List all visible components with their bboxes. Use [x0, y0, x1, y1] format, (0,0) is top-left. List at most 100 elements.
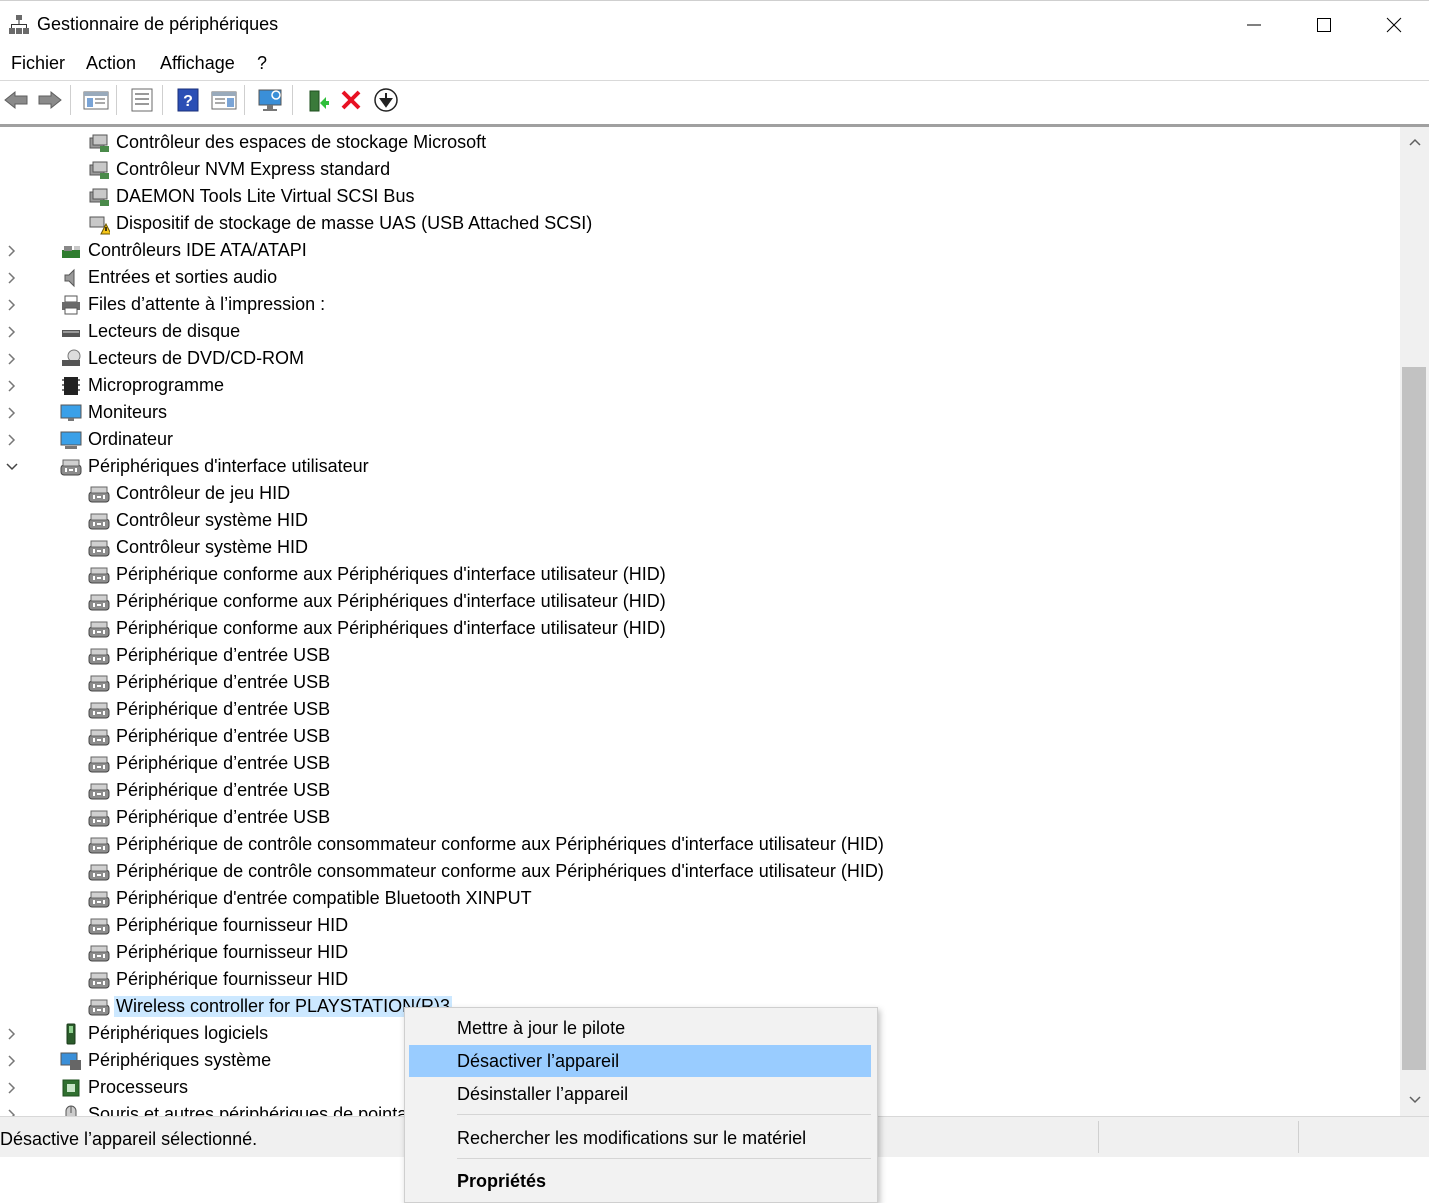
menu-properties[interactable]: Propriétés: [409, 1165, 871, 1197]
expand-chevron-icon[interactable]: [4, 1074, 20, 1101]
show-hide-console-tree-button[interactable]: [82, 86, 110, 114]
forward-button[interactable]: [36, 86, 64, 114]
tree-device-item[interactable]: Périphérique d'entrée compatible Bluetoo…: [88, 885, 532, 912]
back-button[interactable]: [2, 86, 30, 114]
tree-device-item[interactable]: Wireless controller for PLAYSTATION(R)3: [88, 993, 453, 1020]
tree-category-hid[interactable]: Périphériques d'interface utilisateur: [6, 453, 369, 480]
tree-item-label: Contrôleurs IDE ATA/ATAPI: [88, 240, 307, 260]
tree-device-item[interactable]: Contrôleur système HID: [88, 507, 308, 534]
tree-item-label: Périphérique d’entrée USB: [116, 672, 331, 692]
tree-category-item[interactable]: Processeurs: [8, 1074, 188, 1101]
tree-device-item[interactable]: Contrôleur des espaces de stockage Micro…: [88, 129, 486, 156]
tree-category-item[interactable]: Périphériques logiciels: [8, 1020, 268, 1047]
tree-item-label: Entrées et sorties audio: [88, 267, 278, 287]
menu-action[interactable]: Action: [86, 53, 136, 74]
tree-device-item[interactable]: Périphérique fournisseur HID: [88, 912, 348, 939]
tree-device-item[interactable]: Contrôleur de jeu HID: [88, 480, 290, 507]
action-pane-icon: [211, 91, 237, 110]
tree-item-label: Moniteurs: [88, 402, 168, 422]
menu-fichier[interactable]: Fichier: [11, 53, 65, 74]
hid-icon: [88, 891, 110, 907]
context-menu: Mettre à jour le pilote Désactiver l’app…: [404, 1007, 878, 1203]
tree-item-label: Contrôleur des espaces de stockage Micro…: [116, 132, 487, 152]
menu-help[interactable]: ?: [257, 53, 267, 74]
tree-device-item[interactable]: Périphérique fournisseur HID: [88, 966, 348, 993]
scrollbar-thumb[interactable]: [1402, 367, 1426, 1070]
tree-device-item[interactable]: Périphérique conforme aux Périphériques …: [88, 561, 666, 588]
expand-chevron-icon[interactable]: [4, 264, 20, 291]
menu-scan-hardware[interactable]: Rechercher les modifications sur le maté…: [409, 1122, 871, 1154]
tree-device-item[interactable]: Périphérique conforme aux Périphériques …: [88, 615, 666, 642]
tree-device-item[interactable]: Périphérique d’entrée USB: [88, 642, 330, 669]
speaker-icon: [64, 268, 75, 287]
properties-button[interactable]: [128, 86, 156, 114]
tree-item-label: Contrôleur de jeu HID: [116, 483, 291, 503]
tree-category-item[interactable]: Entrées et sorties audio: [8, 264, 278, 291]
collapse-chevron-icon[interactable]: [4, 453, 20, 480]
tree-category-item[interactable]: Ordinateur: [8, 426, 173, 453]
expand-chevron-icon[interactable]: [4, 399, 20, 426]
menu-affichage[interactable]: Affichage: [160, 53, 235, 74]
tree-device-item[interactable]: Périphérique d’entrée USB: [88, 723, 330, 750]
minimize-button[interactable]: [1219, 1, 1289, 48]
tree-device-item[interactable]: Dispositif de stockage de masse UAS (USB…: [88, 210, 592, 237]
software-device-icon: [66, 1023, 76, 1044]
expand-chevron-icon[interactable]: [4, 372, 20, 399]
scan-hardware-icon: [258, 89, 282, 111]
tree-device-item[interactable]: Contrôleur NVM Express standard: [88, 156, 390, 183]
expand-chevron-icon[interactable]: [4, 1047, 20, 1074]
tree-device-item[interactable]: Périphérique d’entrée USB: [88, 669, 330, 696]
tree-category-item[interactable]: Lecteurs de DVD/CD-ROM: [8, 345, 304, 372]
tree-device-item[interactable]: Périphérique d’entrée USB: [88, 777, 330, 804]
uninstall-button[interactable]: [337, 86, 365, 114]
scroll-up-button[interactable]: [1400, 131, 1429, 153]
chevron-down-icon: [1408, 1096, 1421, 1104]
expand-chevron-icon[interactable]: [4, 345, 20, 372]
expand-chevron-icon[interactable]: [4, 426, 20, 453]
scan-hardware-button[interactable]: [256, 86, 284, 114]
tree-device-item[interactable]: Périphérique de contrôle consommateur co…: [88, 858, 884, 885]
expand-chevron-icon[interactable]: [4, 318, 20, 345]
tree-category-item[interactable]: Microprogramme: [8, 372, 224, 399]
status-text: Désactive l’appareil sélectionné.: [0, 1129, 258, 1149]
tree-category-item[interactable]: Périphériques système: [8, 1047, 271, 1074]
menu-update-driver[interactable]: Mettre à jour le pilote: [409, 1012, 871, 1044]
expand-chevron-icon[interactable]: [4, 1101, 20, 1116]
close-button[interactable]: [1359, 1, 1429, 48]
tree-category-item[interactable]: Souris et autres périphériques de pointa…: [8, 1101, 427, 1116]
update-driver-button[interactable]: [304, 86, 332, 114]
tree-device-item[interactable]: Périphérique d’entrée USB: [88, 696, 330, 723]
scroll-down-button[interactable]: [1400, 1089, 1429, 1111]
menu-bar: Fichier Action Affichage ?: [0, 48, 1429, 81]
maximize-button[interactable]: [1289, 1, 1359, 48]
properties-icon: [131, 88, 153, 112]
menu-disable-device[interactable]: Désactiver l’appareil: [409, 1045, 871, 1077]
tree-device-item[interactable]: Périphérique conforme aux Périphériques …: [88, 588, 666, 615]
menu-uninstall-device[interactable]: Désinstaller l’appareil: [409, 1078, 871, 1110]
tree-category-item[interactable]: Lecteurs de disque: [8, 318, 240, 345]
tree-device-item[interactable]: Périphérique de contrôle consommateur co…: [88, 831, 884, 858]
expand-chevron-icon[interactable]: [4, 237, 20, 264]
tree-device-item[interactable]: Périphérique fournisseur HID: [88, 939, 348, 966]
chevron-up-icon: [1408, 138, 1421, 146]
hid-icon: [88, 837, 110, 853]
help-button[interactable]: ?: [174, 86, 202, 114]
tree-device-item[interactable]: Contrôleur système HID: [88, 534, 308, 561]
tree-category-item[interactable]: Files d’attente à l’impression :: [8, 291, 325, 318]
expand-chevron-icon[interactable]: [4, 1020, 20, 1047]
vertical-scrollbar[interactable]: [1400, 127, 1429, 1116]
disable-button[interactable]: [372, 86, 400, 114]
close-icon: [1386, 17, 1402, 32]
hid-icon: [88, 567, 110, 583]
expand-chevron-icon[interactable]: [4, 291, 20, 318]
firmware-chip-icon: [62, 376, 80, 395]
tree-device-item[interactable]: DAEMON Tools Lite Virtual SCSI Bus: [88, 183, 414, 210]
tree-category-item[interactable]: Moniteurs: [8, 399, 168, 426]
maximize-icon: [1317, 17, 1331, 32]
action-pane-button[interactable]: [210, 86, 238, 114]
tree-device-item[interactable]: Périphérique d’entrée USB: [88, 804, 330, 831]
hid-icon: [88, 675, 110, 691]
tree-category-item[interactable]: Contrôleurs IDE ATA/ATAPI: [8, 237, 307, 264]
hid-icon: [88, 648, 110, 664]
tree-device-item[interactable]: Périphérique d’entrée USB: [88, 750, 330, 777]
